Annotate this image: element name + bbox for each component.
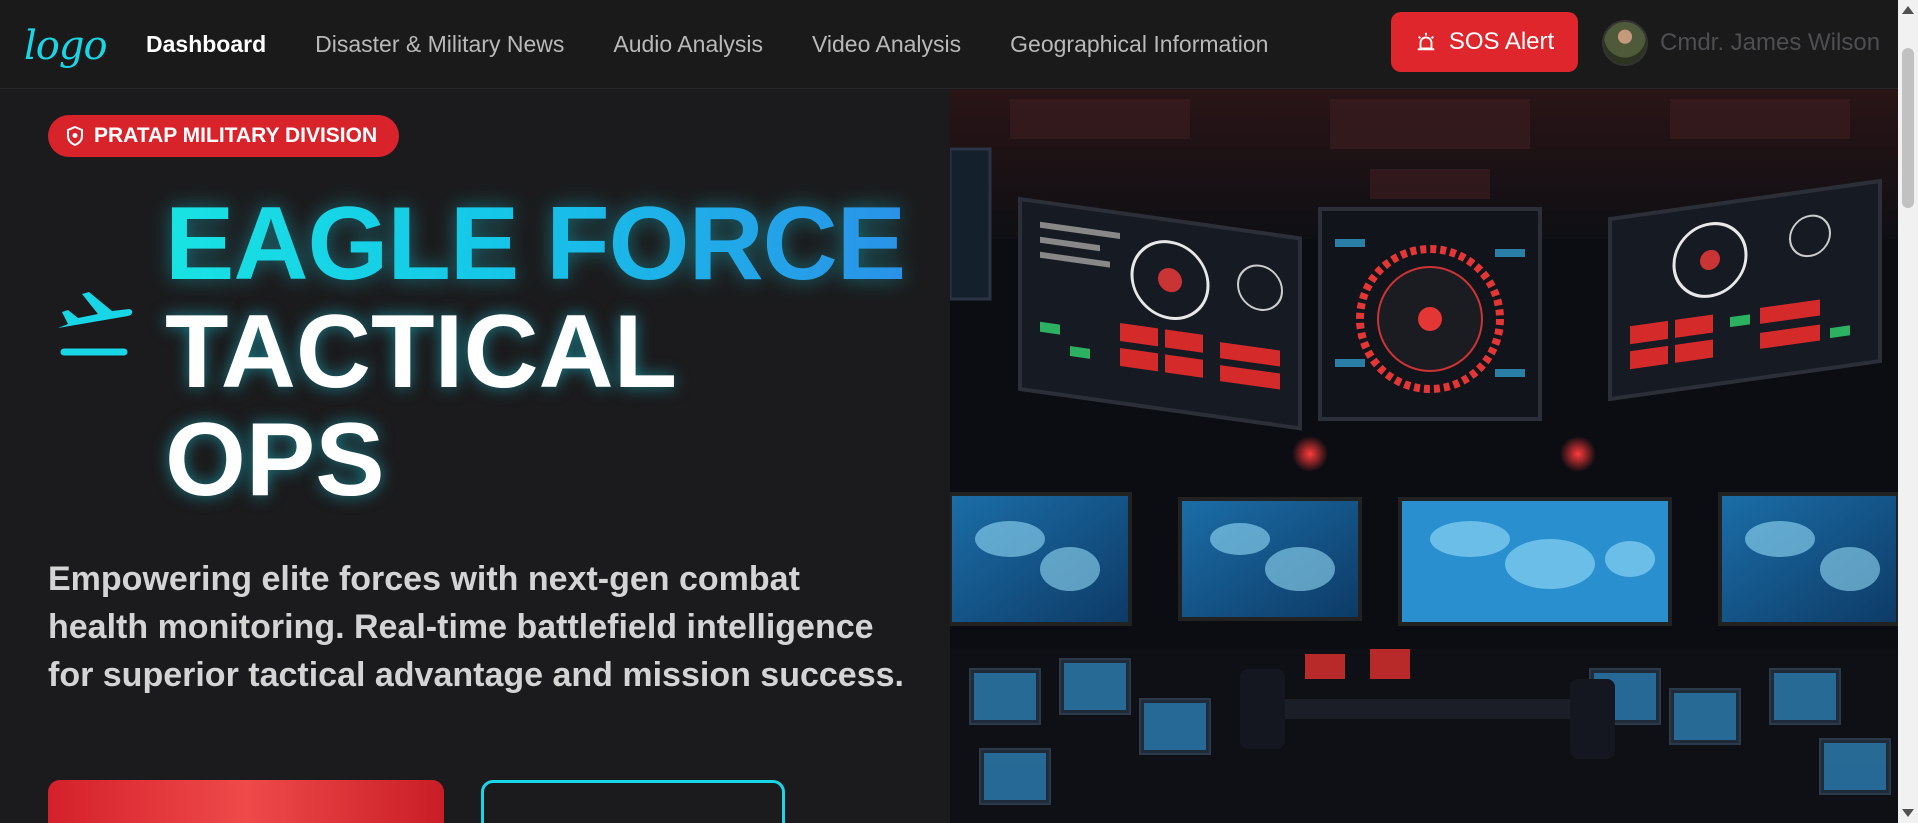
hero-title: EAGLE FORCE TACTICAL OPS — [165, 186, 906, 518]
division-badge-label: PRATAP MILITARY DIVISION — [94, 124, 378, 147]
sos-alert-label: SOS Alert — [1448, 28, 1555, 55]
division-badge: PRATAP MILITARY DIVISION — [48, 115, 400, 157]
logo[interactable]: logo — [24, 18, 108, 74]
primary-cta-button[interactable] — [48, 780, 444, 823]
hero-title-line1: EAGLE FORCE — [165, 186, 906, 302]
sos-alert-button[interactable]: SOS Alert — [1391, 12, 1578, 72]
page-scrollbar[interactable] — [1898, 0, 1918, 823]
plane-takeoff-icon — [58, 292, 133, 356]
user-name: Cmdr. James Wilson — [1660, 29, 1881, 56]
scroll-down-arrow-icon[interactable] — [1902, 809, 1914, 817]
hero-title-line3: OPS — [165, 402, 385, 518]
alarm-icon — [1417, 32, 1435, 51]
main-nav: Dashboard Disaster & Military News Audio… — [146, 0, 1268, 89]
secondary-cta-button[interactable] — [481, 780, 785, 823]
user-profile[interactable]: Cmdr. James Wilson — [1602, 18, 1880, 68]
scroll-up-arrow-icon[interactable] — [1902, 6, 1914, 14]
command-center-image — [950, 89, 1898, 823]
avatar — [1602, 20, 1648, 66]
nav-item-audio-analysis[interactable]: Audio Analysis — [613, 31, 763, 58]
hero-tagline: Empowering elite forces with next-gen co… — [48, 560, 904, 694]
nav-item-disaster-military-news[interactable]: Disaster & Military News — [315, 31, 564, 58]
hero-title-line2: TACTICAL — [165, 294, 678, 410]
nav-item-dashboard[interactable]: Dashboard — [146, 31, 266, 58]
nav-item-video-analysis[interactable]: Video Analysis — [812, 31, 961, 58]
nav-item-geographical-information[interactable]: Geographical Information — [1010, 31, 1268, 58]
shield-icon — [67, 126, 83, 146]
top-navbar: logo Dashboard Disaster & Military News … — [0, 0, 1898, 89]
scroll-thumb[interactable] — [1902, 48, 1914, 208]
